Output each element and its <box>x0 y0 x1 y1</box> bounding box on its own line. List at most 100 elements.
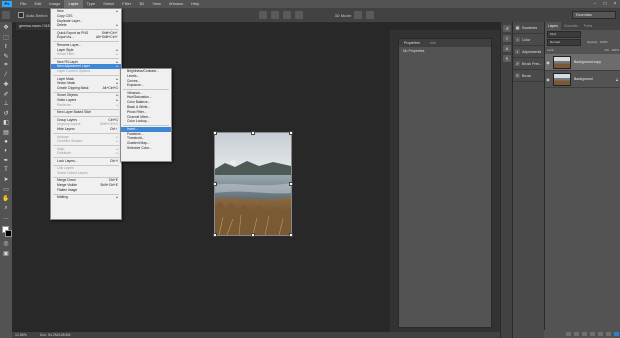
color-swatches[interactable] <box>2 225 12 237</box>
dock-brush-presets[interactable]: ✐ Brush Pres... <box>513 58 545 70</box>
menu-image[interactable]: Image <box>45 0 64 8</box>
brush-tool-icon[interactable]: ✐ <box>2 90 10 98</box>
layer-name[interactable]: Background <box>574 77 593 81</box>
transform-handle[interactable] <box>213 233 217 237</box>
transform-handle[interactable] <box>289 131 293 135</box>
dodge-tool-icon[interactable]: ◐ <box>2 147 10 155</box>
transform-handle[interactable] <box>213 182 217 186</box>
layer-menu-item-create-clipping-mask[interactable]: Create Clipping Mask Alt+Ctrl+G <box>51 86 121 91</box>
3d-pan-icon[interactable] <box>365 11 374 19</box>
minimize-button[interactable]: − <box>590 1 600 7</box>
delete-layer-icon[interactable] <box>613 332 619 336</box>
history-panel-icon[interactable]: ↺ <box>503 25 511 32</box>
zoom-level[interactable]: 12.88% <box>12 332 27 338</box>
more-tools-icon[interactable]: … <box>2 214 10 222</box>
layer-menu-item-lock-layers[interactable]: Lock Layers... Ctrl+/ <box>51 159 121 164</box>
menu-edit[interactable]: Edit <box>30 0 45 8</box>
quick-mask-icon[interactable]: ◎ <box>2 240 10 248</box>
adjustment-item-color-lookup[interactable]: Color Lookup... <box>121 119 171 124</box>
transform-handle[interactable] <box>251 131 255 135</box>
tab-info[interactable]: Info <box>425 39 441 47</box>
hand-tool-icon[interactable]: ✋ <box>2 195 10 203</box>
layer-menu-item-export-as[interactable]: Export As... Alt+Shift+Ctrl+' <box>51 35 121 40</box>
visibility-eye-icon[interactable]: ◉ <box>545 60 551 65</box>
menu-help[interactable]: Help <box>187 0 203 8</box>
menu-filter[interactable]: Filter <box>118 0 135 8</box>
transform-handle[interactable] <box>213 131 217 135</box>
pen-tool-icon[interactable]: ✒ <box>2 157 10 165</box>
fill-value[interactable]: 100% <box>611 48 619 52</box>
layer-kind-filter[interactable]: Kind <box>547 30 581 38</box>
tab-paths[interactable]: Paths <box>581 22 595 30</box>
tab-channels[interactable]: Channels <box>561 22 581 30</box>
auto-select-checkbox[interactable] <box>18 12 24 18</box>
opacity-value[interactable]: 100% <box>600 40 608 44</box>
dock-swatches[interactable]: ▦ Swatches <box>513 22 545 34</box>
layer-row-background-copy[interactable]: ◉ Background copy <box>545 54 620 71</box>
dock-adjustments[interactable]: ◐ Adjustments <box>513 46 545 58</box>
distribute-icon[interactable] <box>294 11 303 19</box>
transform-handle[interactable] <box>289 182 293 186</box>
layer-menu-item-flatten-image[interactable]: Flatten Image <box>51 188 121 193</box>
layer-row-background[interactable]: ◉ Background 🔒︎ <box>545 71 620 88</box>
visibility-eye-icon[interactable]: ◉ <box>545 77 551 82</box>
healing-brush-tool-icon[interactable]: ✚ <box>2 81 10 89</box>
lock-icon[interactable]: 🔒︎ <box>616 77 618 82</box>
menu-layer[interactable]: Layer <box>64 0 83 8</box>
adjustment-item-exposure[interactable]: Exposure... <box>121 83 171 88</box>
crop-tool-icon[interactable]: ⌗ <box>2 62 10 70</box>
3d-rotate-icon[interactable] <box>353 11 362 19</box>
layer-menu-item-matting[interactable]: Matting ▸ <box>51 195 121 200</box>
screen-mode-icon[interactable]: ▣ <box>2 249 10 257</box>
type-tool-icon[interactable]: T <box>2 166 10 174</box>
eraser-tool-icon[interactable]: ◧ <box>2 119 10 127</box>
zoom-tool-icon[interactable]: ⌕ <box>2 204 10 212</box>
align-center-icon[interactable] <box>270 11 279 19</box>
link-layers-icon[interactable] <box>565 332 571 336</box>
menu-view[interactable]: View <box>148 0 165 8</box>
layer-menu-item-hide-layers[interactable]: Hide Layers Ctrl+, <box>51 127 121 132</box>
history-brush-tool-icon[interactable]: ↺ <box>2 109 10 117</box>
paragraph-panel-icon[interactable]: ¶ <box>503 55 511 62</box>
tab-layers[interactable]: Layers <box>545 22 561 30</box>
align-left-icon[interactable] <box>258 11 267 19</box>
layer-menu-item-delete[interactable]: Delete ▸ <box>51 23 121 28</box>
add-mask-icon[interactable] <box>581 332 587 336</box>
menu-file[interactable]: File <box>16 0 30 8</box>
layer-name[interactable]: Background copy <box>574 60 601 64</box>
dock-color[interactable]: ◑ Color <box>513 34 545 46</box>
layer-style-icon[interactable] <box>573 332 579 336</box>
close-button[interactable]: × <box>610 1 620 7</box>
character-panel-icon[interactable]: A <box>503 45 511 52</box>
eyedropper-tool-icon[interactable]: ⁄ <box>2 71 10 79</box>
blend-mode-dropdown[interactable]: Normal <box>547 38 581 46</box>
document-image[interactable] <box>214 132 292 236</box>
menu-select[interactable]: Select <box>99 0 118 8</box>
background-color-swatch[interactable] <box>5 229 12 237</box>
menu-3d[interactable]: 3D <box>135 0 148 8</box>
adjustment-item-selective-color[interactable]: Selective Color... <box>121 146 171 151</box>
workspace-switcher[interactable]: Essentials <box>572 11 616 19</box>
menu-type[interactable]: Type <box>83 0 100 8</box>
layer-menu-item-new-layer-based-slice[interactable]: New Layer Based Slice <box>51 110 121 115</box>
move-tool-preset-icon[interactable] <box>2 11 10 19</box>
rectangle-tool-icon[interactable]: ▭ <box>2 185 10 193</box>
properties-panel-icon[interactable]: ≡ <box>503 35 511 42</box>
adjustment-layer-icon[interactable] <box>589 332 595 336</box>
dock-brush[interactable]: ✎ Brush <box>513 70 545 82</box>
move-tool-icon[interactable]: ✥ <box>2 24 10 32</box>
path-select-tool-icon[interactable]: ➤ <box>2 176 10 184</box>
transform-handle[interactable] <box>289 233 293 237</box>
tab-properties[interactable]: Properties <box>399 39 425 47</box>
clone-stamp-tool-icon[interactable]: ⊥ <box>2 100 10 108</box>
new-layer-icon[interactable] <box>605 332 611 336</box>
new-group-icon[interactable] <box>597 332 603 336</box>
gradient-tool-icon[interactable]: ▤ <box>2 128 10 136</box>
align-right-icon[interactable] <box>282 11 291 19</box>
blur-tool-icon[interactable]: ● <box>2 138 10 146</box>
menu-window[interactable]: Window <box>165 0 187 8</box>
quick-select-tool-icon[interactable]: ✎ <box>2 52 10 60</box>
transform-handle[interactable] <box>251 233 255 237</box>
lasso-tool-icon[interactable]: ℓ <box>2 43 10 51</box>
maximize-button[interactable]: □ <box>600 1 610 7</box>
